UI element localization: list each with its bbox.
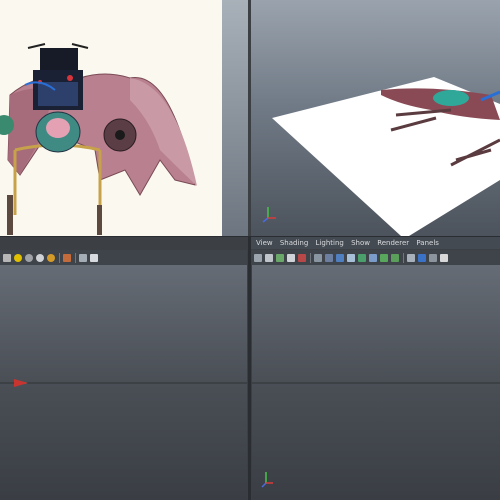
default-light-icon[interactable] (440, 253, 448, 262)
menu-panels[interactable]: Panels (416, 239, 439, 247)
persp-viewport[interactable] (251, 0, 500, 236)
menu-lighting[interactable]: Lighting (316, 239, 344, 247)
menu-show[interactable]: Show (351, 239, 370, 247)
top-view-scene (252, 382, 500, 488)
cube-icon[interactable] (79, 253, 87, 262)
film-gate-icon[interactable] (298, 253, 306, 262)
pink-core-shape (46, 118, 70, 138)
front-viewport[interactable] (0, 0, 222, 236)
flat-sphere-icon[interactable] (36, 253, 44, 262)
z-axis-line (262, 217, 269, 223)
left-leg-shape (7, 195, 13, 235)
side-viewport[interactable] (0, 265, 247, 500)
wireframe-icon[interactable] (336, 253, 344, 262)
wireframe-icon[interactable] (3, 253, 11, 262)
airship-body-shape (433, 90, 469, 106)
safe-frame-icon[interactable] (325, 253, 333, 262)
light-sphere-icon[interactable] (25, 253, 33, 262)
engine-grille-shape (38, 82, 78, 106)
share-icon[interactable] (90, 253, 98, 262)
red-light-shape (67, 75, 73, 81)
light-icon[interactable] (369, 253, 377, 262)
perspective-scene (262, 77, 500, 236)
right-leg-shape (97, 205, 102, 235)
pane-divider-vertical[interactable] (248, 236, 251, 500)
image-plane-icon[interactable] (276, 253, 284, 262)
camera-icon[interactable] (254, 253, 262, 262)
viewport-menu-bar: View Shading Lighting Show Renderer Pane… (251, 237, 500, 249)
toolbar-separator (403, 252, 404, 263)
isolate-icon[interactable] (418, 253, 426, 262)
bookmark-icon[interactable] (265, 253, 273, 262)
engine-arms-shape (27, 43, 89, 49)
z-axis-line (261, 482, 267, 488)
shadow-icon[interactable] (380, 253, 388, 262)
shaded-icon[interactable] (347, 253, 355, 262)
menu-renderer[interactable]: Renderer (377, 239, 409, 247)
grid-icon[interactable] (287, 253, 295, 262)
airship-front-model (0, 43, 197, 235)
cube-icon[interactable] (407, 253, 415, 262)
textured-icon[interactable] (358, 253, 366, 262)
side-view-scene (0, 379, 247, 387)
wheel-hub-shape (115, 130, 125, 140)
left-viewport-toolbar (0, 250, 247, 265)
right-viewport-toolbar (251, 250, 500, 265)
toolbar-separator (59, 252, 60, 263)
toolbar-separator (310, 252, 311, 263)
text-icon[interactable] (391, 253, 399, 262)
toolbar-separator (75, 252, 76, 263)
smooth-shade-icon[interactable] (14, 253, 22, 262)
maya-four-view-layout: View Shading Lighting Show Renderer Pane… (0, 0, 500, 500)
select-camera-icon[interactable] (63, 253, 71, 262)
top-viewport[interactable] (252, 265, 500, 500)
textured-sphere-icon[interactable] (47, 253, 55, 262)
menu-view[interactable]: View (256, 239, 273, 247)
viewport-border (222, 0, 248, 236)
resolution-gate-icon[interactable] (314, 253, 322, 262)
menu-shading[interactable]: Shading (280, 239, 308, 247)
engine-top-shape (40, 48, 78, 70)
xray-icon[interactable] (429, 253, 437, 262)
